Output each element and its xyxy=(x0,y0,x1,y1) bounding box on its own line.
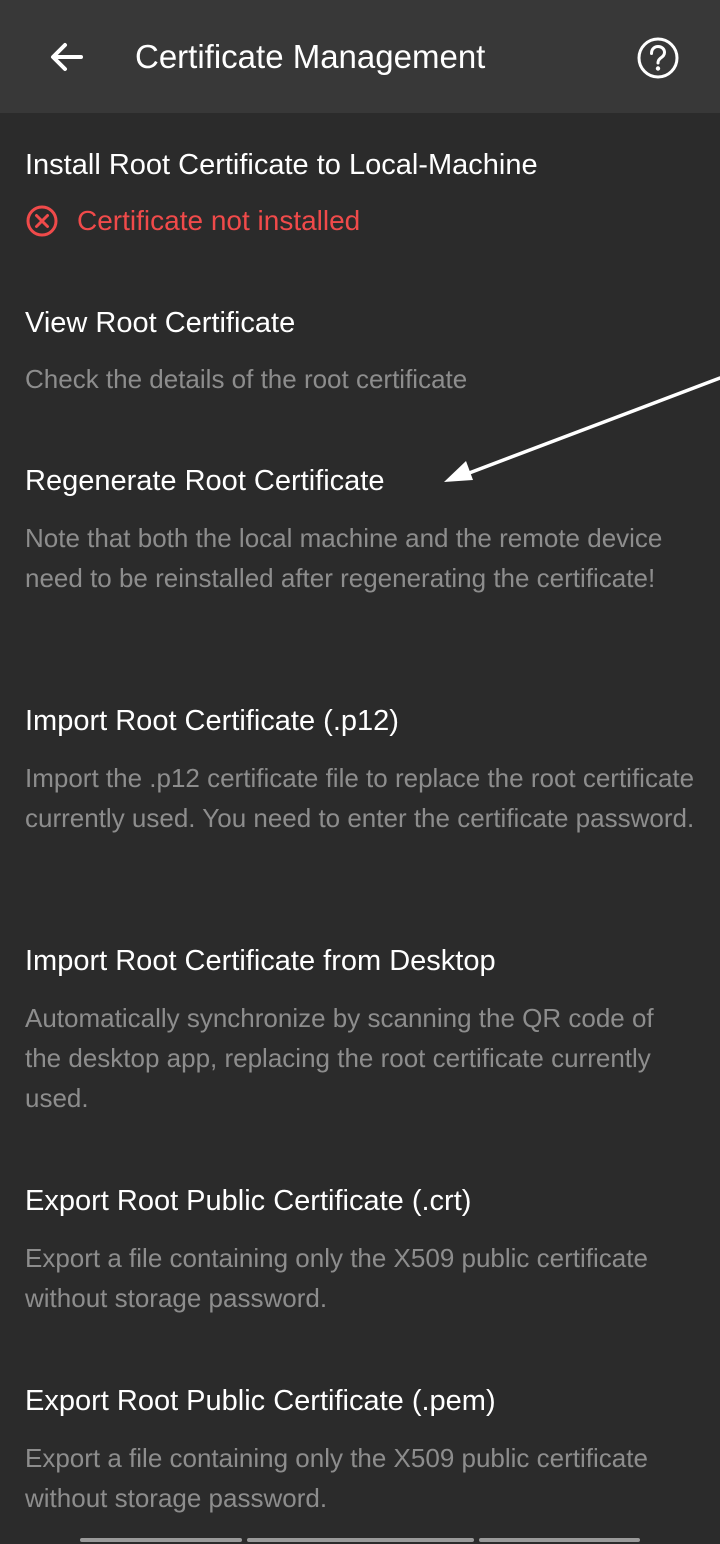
item-title: Regenerate Root Certificate xyxy=(25,465,385,497)
help-button[interactable] xyxy=(620,20,696,96)
install-root-certificate-item[interactable]: Install Root Certificate to Local-Machin… xyxy=(0,135,720,255)
item-subtitle: Automatically synchronize by scanning th… xyxy=(25,1003,654,1113)
scroll-indicator xyxy=(0,1536,720,1542)
item-subtitle: Import the .p12 certificate file to repl… xyxy=(25,763,695,833)
import-root-certificate-desktop-item[interactable]: Import Root Certificate from Desktop Aut… xyxy=(0,931,720,1131)
export-root-public-certificate-crt-item[interactable]: Export Root Public Certificate (.crt) Ex… xyxy=(0,1171,720,1331)
item-subtitle: Note that both the local machine and the… xyxy=(25,523,663,593)
item-title: Import Root Certificate from Desktop xyxy=(25,945,496,977)
annotation-arrow-icon xyxy=(444,376,720,482)
export-root-public-certificate-pem-item[interactable]: Export Root Public Certificate (.pem) Ex… xyxy=(0,1371,720,1531)
arrow-left-icon xyxy=(51,43,83,71)
scroll-indicator-segment xyxy=(479,1538,640,1542)
page-title: Certificate Management xyxy=(135,38,486,75)
error-circle-icon xyxy=(26,205,58,237)
item-title: View Root Certificate xyxy=(25,307,296,339)
item-title: Install Root Certificate to Local-Machin… xyxy=(25,149,538,181)
status-text: Certificate not installed xyxy=(77,205,361,236)
help-circle-icon xyxy=(637,37,679,79)
scroll-indicator-segment xyxy=(80,1538,242,1542)
import-root-certificate-p12-item[interactable]: Import Root Certificate (.p12) Import th… xyxy=(0,691,720,891)
app-bar: Certificate Management xyxy=(0,0,720,113)
item-subtitle: Export a file containing only the X509 p… xyxy=(25,1443,648,1513)
scroll-indicator-segment xyxy=(247,1538,474,1542)
item-title: Import Root Certificate (.p12) xyxy=(25,705,399,737)
certificate-status: Certificate not installed xyxy=(25,201,360,241)
item-title: Export Root Public Certificate (.pem) xyxy=(25,1385,496,1417)
back-button[interactable] xyxy=(28,18,106,96)
item-subtitle: Export a file containing only the X509 p… xyxy=(25,1243,648,1313)
item-title: Export Root Public Certificate (.crt) xyxy=(25,1185,472,1217)
